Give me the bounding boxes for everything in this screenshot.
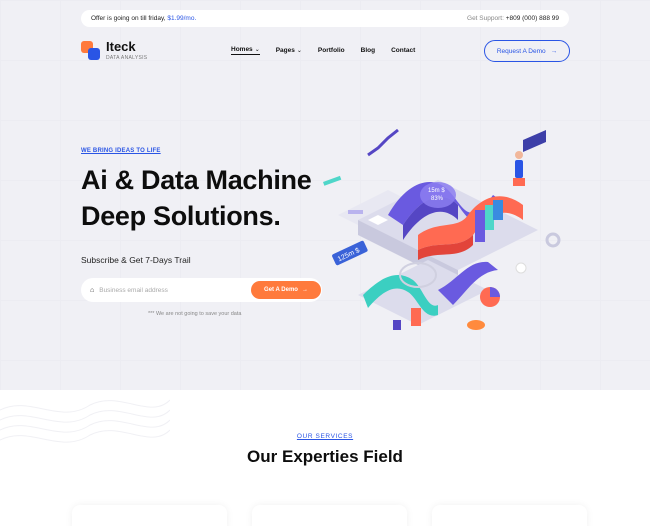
hero-title-line2: Deep Solutions.	[81, 201, 281, 231]
home-icon: ⌂	[90, 286, 95, 294]
services-title: Our Experties Field	[247, 447, 403, 466]
nav-label: Blog	[360, 47, 376, 54]
chevron-down-icon: ⌄	[296, 48, 302, 54]
service-card[interactable]	[72, 505, 227, 526]
support-label: Get Support:	[467, 15, 504, 22]
illus-label-a: 15m $	[428, 188, 445, 194]
nav-item-blog[interactable]: Blog	[361, 46, 375, 55]
service-card[interactable]	[432, 505, 587, 526]
hero-title: Ai & Data Machine Deep Solutions.	[81, 162, 341, 234]
arrow-right-icon: →	[550, 47, 558, 55]
brand-tagline: DATA ANALYSIS	[106, 55, 148, 61]
service-card[interactable]	[252, 505, 407, 526]
arrow-right-icon: →	[301, 287, 308, 293]
nav-label: Pages	[275, 47, 295, 54]
nav-item-portfolio[interactable]: Portfolio	[318, 46, 345, 55]
get-demo-label: Get A Demo	[264, 287, 298, 293]
nav-item-contact[interactable]: Contact	[391, 46, 415, 55]
hero-illustration: 15m $ 83% 125m $	[318, 120, 578, 350]
main-nav: Homes ⌄ Pages ⌄ Portfolio Blog Contact	[231, 46, 415, 55]
nav-item-pages[interactable]: Pages ⌄	[276, 46, 302, 55]
nav-label: Homes	[231, 46, 253, 53]
support-info: Get Support: +809 (000) 888 99	[467, 15, 559, 22]
offer-price-link[interactable]: $1.99/mo.	[167, 15, 196, 22]
isometric-data-illustration: 15m $ 83% 125m $	[323, 128, 561, 330]
announcement-bar: Offer is going on till friday, $1.99/mo.…	[81, 10, 569, 27]
chevron-down-icon: ⌄	[254, 47, 260, 53]
email-input[interactable]	[99, 286, 240, 294]
brand-name: Iteck	[106, 39, 136, 54]
subscribe-text: Subscribe & Get 7-Days Trail	[81, 255, 191, 265]
hero-eyebrow[interactable]: WE BRING IDEAS TO LIFE	[81, 148, 161, 154]
illus-label-b: 83%	[431, 196, 444, 202]
get-demo-button[interactable]: Get A Demo →	[251, 281, 321, 299]
hero-title-line1: Ai & Data Machine	[81, 165, 312, 195]
nav-label: Contact	[391, 47, 416, 54]
offer-text: Offer is going on till friday, $1.99/mo.	[91, 15, 196, 22]
nav-item-homes[interactable]: Homes ⌄	[231, 46, 260, 55]
services-eyebrow[interactable]: OUR SERVICES	[0, 433, 650, 440]
request-demo-button[interactable]: Request A Demo →	[484, 40, 570, 62]
nav-label: Portfolio	[317, 47, 345, 54]
logo-icon	[81, 40, 101, 61]
offer-label: Offer is going on till friday,	[91, 15, 166, 22]
logo[interactable]: Iteck DATA ANALYSIS	[81, 40, 147, 61]
privacy-note: *** We are not going to save your data	[148, 311, 242, 317]
support-phone[interactable]: +809 (000) 888 99	[506, 15, 559, 22]
request-demo-label: Request A Demo	[496, 47, 546, 55]
